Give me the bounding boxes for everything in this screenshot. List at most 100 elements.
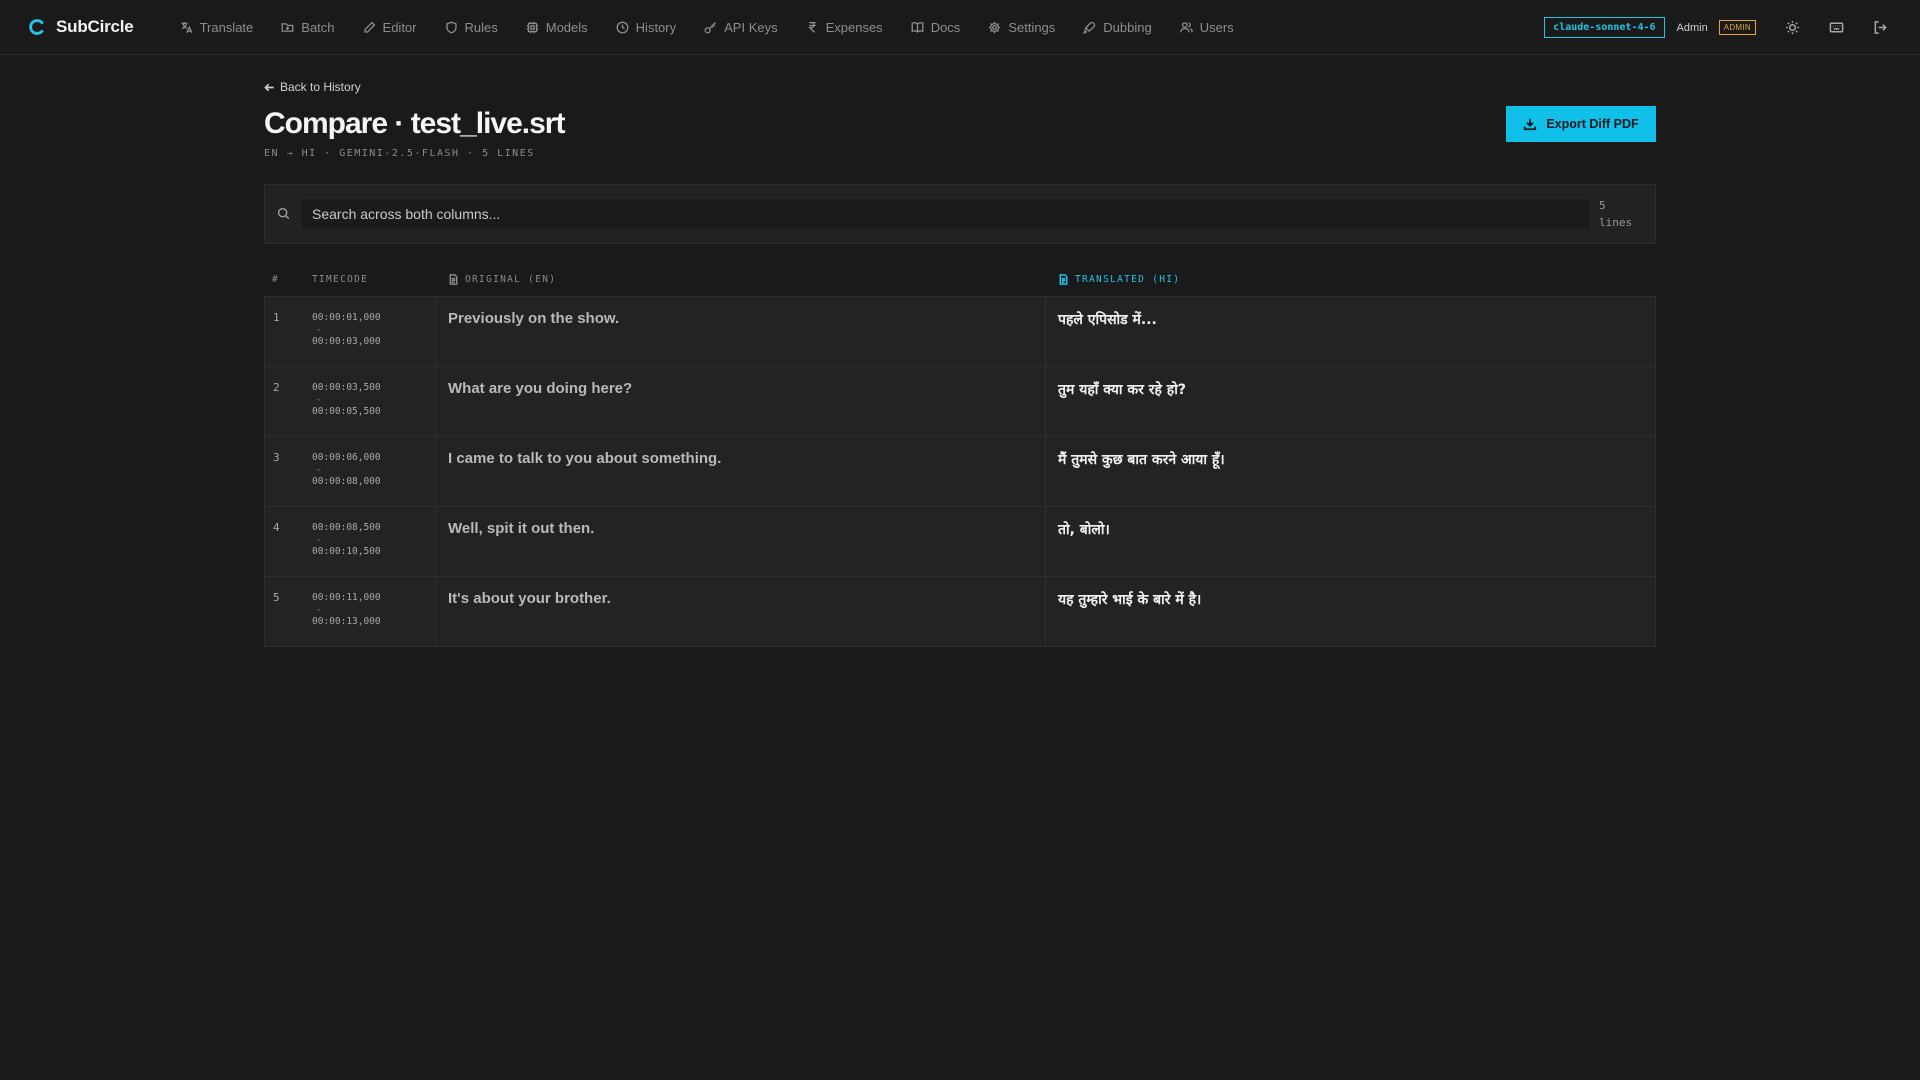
clock-icon	[616, 21, 629, 33]
search-input[interactable]	[300, 197, 1591, 230]
nav-item-history[interactable]: History	[602, 0, 690, 55]
header-translated: TRANSLATED (HI)	[1046, 274, 1656, 285]
arrow-left-icon	[264, 83, 274, 91]
folder-icon	[281, 22, 294, 32]
page-title: Compare · test_live.srt	[264, 106, 565, 140]
nav-item-label: API Keys	[724, 19, 778, 35]
nav-item-label: Editor	[382, 19, 417, 35]
nav-item-expenses[interactable]: Expenses	[792, 0, 897, 55]
header-translated-label: TRANSLATED (HI)	[1075, 274, 1181, 285]
translated-text: तुम यहाँ क्या कर रहे हो?	[1058, 381, 1186, 398]
book-icon	[911, 21, 924, 33]
table-row[interactable]: 4 00:00:08,500 → 00:00:10,500 Well, spit…	[265, 506, 1655, 577]
timecode-start: 00:00:01,000	[312, 311, 381, 323]
file-meta-line: EN → HI · GEMINI-2.5-FLASH · 5 LINES	[264, 147, 535, 159]
nav-item-label: Expenses	[825, 19, 883, 35]
header-original: ORIGINAL (EN)	[436, 274, 1046, 285]
pencil-icon	[363, 21, 375, 33]
timecode-arrow: →	[316, 464, 321, 474]
translated-text: यह तुम्हारे भाई के बारे में है।	[1058, 591, 1202, 608]
nav-item-api-keys[interactable]: API Keys	[690, 0, 791, 55]
row-timecode: 00:00:03,500 → 00:00:05,500	[312, 366, 436, 436]
table-row[interactable]: 3 00:00:06,000 → 00:00:08,000 I came to …	[265, 436, 1655, 507]
page-header: Compare · test_live.srt EN → HI · GEMINI…	[264, 105, 1656, 162]
back-to-history-link[interactable]: Back to History	[264, 80, 361, 94]
nav-item-batch[interactable]: Batch	[267, 0, 348, 55]
mic-icon	[1083, 21, 1096, 34]
row-timecode: 00:00:08,500 → 00:00:10,500	[312, 506, 436, 576]
nav-item-label: Models	[545, 19, 588, 35]
table-row[interactable]: 1 00:00:01,000 → 00:00:03,000 Previously…	[265, 296, 1655, 367]
row-timecode: 00:00:11,000 → 00:00:13,000	[312, 576, 436, 646]
timecode-start: 00:00:06,000	[312, 451, 381, 463]
original-text: I came to talk to you about something.	[436, 436, 1046, 506]
timecode-arrow: →	[316, 394, 321, 404]
header-num: #	[272, 274, 280, 285]
brand[interactable]: SubCircle	[28, 17, 134, 37]
timecode-start: 00:00:08,500	[312, 521, 381, 533]
header-timecode: TIMECODE	[312, 274, 369, 285]
table-header: # TIMECODE ORIGINAL (EN) TRANSLATED (HI)	[264, 264, 1656, 296]
file-text-icon	[449, 274, 458, 285]
compare-page: Back to History Compare · test_live.srt …	[264, 55, 1656, 647]
header-original-label: ORIGINAL (EN)	[465, 274, 557, 285]
shield-icon	[445, 21, 457, 33]
main-nav: Translate Batch Editor Rules Models Hist…	[166, 0, 1248, 55]
nav-item-label: Docs	[930, 19, 961, 35]
nav-item-rules[interactable]: Rules	[431, 0, 512, 55]
nav-item-dubbing[interactable]: Dubbing	[1069, 0, 1165, 55]
sun-icon	[1785, 20, 1799, 35]
translated-text: मैं तुमसे कुछ बात करने आया हूँ।	[1058, 451, 1225, 468]
rupee-icon	[807, 21, 816, 33]
logout-button[interactable]	[1858, 0, 1902, 55]
top-right-controls: claude-sonnet-4-6 Admin ADMIN	[1544, 0, 1920, 55]
row-timecode: 00:00:01,000 → 00:00:03,000	[312, 296, 436, 366]
nav-item-translate[interactable]: Translate	[166, 0, 268, 55]
active-model-badge[interactable]: claude-sonnet-4-6	[1544, 17, 1665, 38]
nav-item-docs[interactable]: Docs	[897, 0, 975, 55]
role-badge: ADMIN	[1718, 20, 1756, 35]
cpu-icon	[526, 21, 538, 33]
nav-item-label: Settings	[1008, 19, 1056, 35]
search-icon	[277, 207, 290, 220]
translated-text: तो, बोलो।	[1058, 521, 1110, 538]
translated-text: पहले एपिसोड में...	[1058, 311, 1157, 328]
nav-item-editor[interactable]: Editor	[349, 0, 431, 55]
user-name: Admin	[1676, 21, 1708, 34]
theme-toggle-button[interactable]	[1770, 0, 1814, 55]
languages-icon	[181, 21, 192, 33]
back-link-label: Back to History	[280, 80, 361, 94]
brand-name: SubCircle	[56, 17, 134, 36]
export-diff-pdf-button[interactable]: Export Diff PDF	[1506, 105, 1656, 142]
row-number: 3	[273, 450, 280, 464]
nav-item-label: Dubbing	[1103, 19, 1152, 35]
top-nav-bar: SubCircle Translate Batch Editor Rules M…	[0, 0, 1920, 55]
table-row[interactable]: 2 00:00:03,500 → 00:00:05,500 What are y…	[265, 366, 1655, 437]
nav-item-models[interactable]: Models	[512, 0, 602, 55]
row-number: 4	[273, 520, 280, 534]
table-row[interactable]: 5 00:00:11,000 → 00:00:13,000 It's about…	[265, 576, 1655, 647]
download-icon	[1524, 118, 1537, 130]
original-text: What are you doing here?	[436, 366, 1046, 436]
timecode-end: 00:00:08,000	[312, 475, 381, 487]
row-timecode: 00:00:06,000 → 00:00:08,000	[312, 436, 436, 506]
users-icon	[1179, 21, 1193, 32]
nav-item-label: Translate	[199, 19, 254, 35]
nav-item-settings[interactable]: Settings	[974, 0, 1069, 55]
nav-item-label: Rules	[464, 19, 498, 35]
nav-item-label: History	[635, 19, 677, 35]
keyboard-icon	[1829, 22, 1843, 33]
nav-item-users[interactable]: Users	[1166, 0, 1248, 55]
timecode-end: 00:00:13,000	[312, 615, 381, 627]
row-number: 5	[273, 590, 280, 604]
key-icon	[704, 21, 716, 33]
original-text: Previously on the show.	[436, 296, 1046, 366]
timecode-arrow: →	[316, 534, 321, 544]
timecode-arrow: →	[316, 604, 321, 614]
timecode-end: 00:00:05,500	[312, 405, 381, 417]
compare-table: # TIMECODE ORIGINAL (EN) TRANSLATED (HI)…	[264, 264, 1656, 647]
line-count: 5 lines	[1599, 198, 1633, 229]
row-number: 1	[273, 310, 280, 324]
keyboard-shortcuts-button[interactable]	[1814, 0, 1858, 55]
timecode-arrow: →	[316, 324, 321, 334]
